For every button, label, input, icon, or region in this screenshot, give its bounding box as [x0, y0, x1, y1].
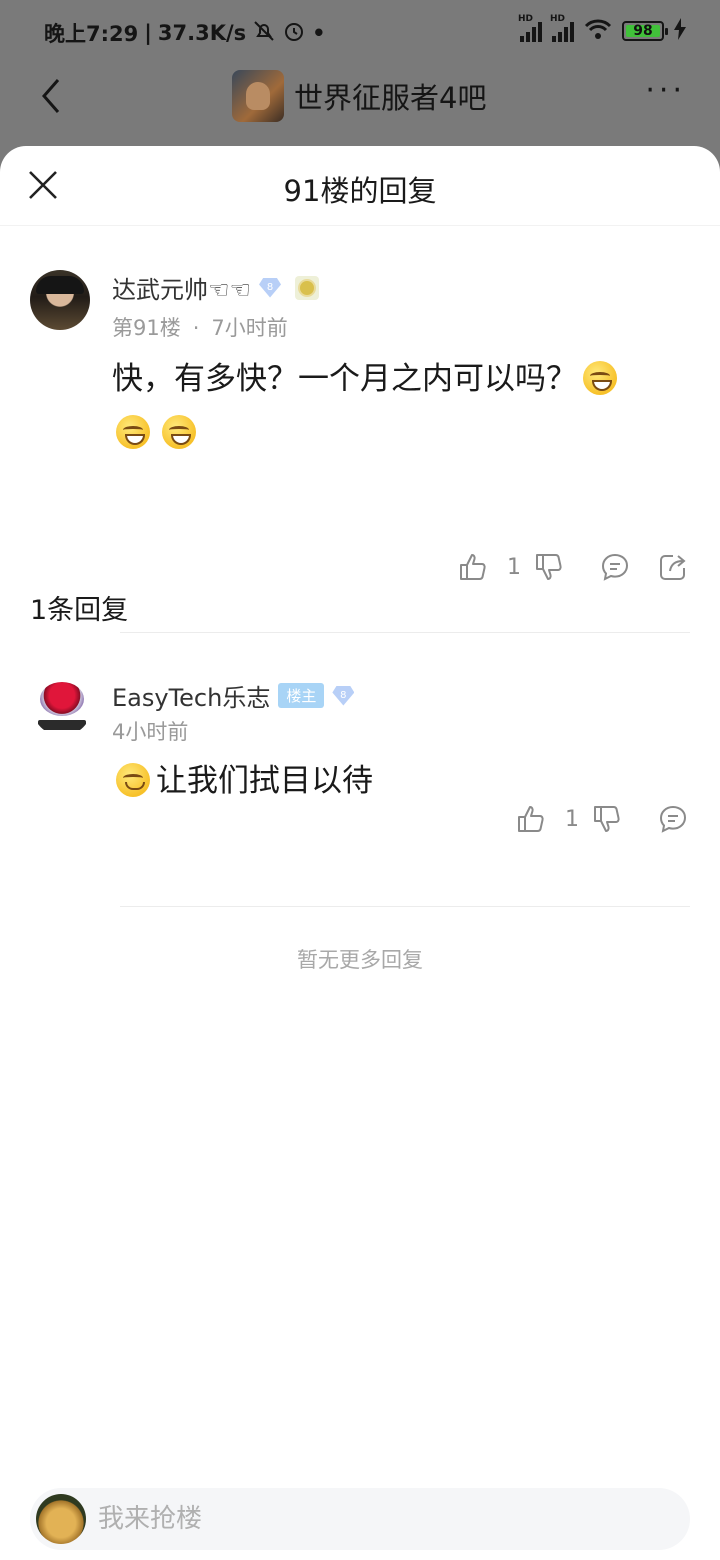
sheet-title: 91楼的回复: [283, 174, 437, 208]
battery-level: 98: [633, 23, 653, 39]
grin-emoji-icon: [162, 415, 196, 449]
signal-icon: HD: [518, 14, 542, 42]
comment-button[interactable]: [600, 552, 630, 582]
more-dots-icon: ···: [645, 73, 686, 108]
medal-icon: [295, 275, 320, 300]
grin-emoji-icon: [116, 415, 150, 449]
avatar: [36, 1494, 86, 1544]
battery-icon: 98: [622, 21, 668, 41]
grin-emoji-icon: [583, 361, 617, 395]
reply-content: 让我们拭目以待: [112, 754, 680, 808]
reply-divider: [120, 906, 690, 907]
level-number: 8: [266, 282, 274, 293]
avatar[interactable]: [32, 676, 92, 736]
forum-header: 世界征服者4吧 ···: [0, 64, 720, 126]
share-icon: [660, 555, 686, 580]
like-button[interactable]: [516, 804, 546, 834]
mute-bell-icon: [252, 19, 276, 48]
dislike-button[interactable]: [534, 552, 564, 582]
reply-input-bar: [30, 1488, 690, 1550]
comment-button[interactable]: [658, 804, 688, 834]
no-more-replies: 暂无更多回复: [297, 948, 423, 972]
thumbs-up-icon: [460, 554, 486, 580]
thumbs-down-icon: [594, 806, 620, 832]
comment-icon: [601, 553, 629, 581]
post-content: 快，有多快？一个月之内可以吗？: [112, 352, 680, 460]
forum-title: 世界征服者4吧: [294, 81, 487, 115]
easytech-logo-icon: [40, 682, 84, 716]
status-bar: 晚上7:29 | 37.3K/s • HD HD 98: [0, 0, 720, 64]
like-count: 1: [565, 806, 579, 832]
reply-user-row: EasyTech乐志 楼主 8: [112, 678, 354, 713]
post-divider: [120, 632, 690, 633]
meta-separator: ·: [192, 316, 200, 340]
reply-sheet: 91楼的回复 达武元帅☜☜ 8 第91楼 · 7小时前 快，有多快？一个月之内可以吗…: [0, 146, 720, 1560]
forum-avatar: [232, 70, 284, 122]
notification-dot: •: [312, 21, 326, 45]
like-button[interactable]: [458, 552, 488, 582]
thumbs-down-icon: [536, 554, 562, 580]
level-diamond-icon: 8: [259, 278, 281, 298]
like-count: 1: [507, 554, 521, 580]
post-user-row: 达武元帅☜☜ 8: [112, 270, 320, 305]
status-separator: |: [144, 21, 152, 45]
list-item: EasyTech乐志 楼主 8 4小时前 让我们拭目以待 1: [0, 666, 720, 908]
reply-actions: 1: [516, 804, 688, 834]
avatar[interactable]: [30, 270, 90, 330]
status-right: HD HD 98: [518, 14, 686, 44]
status-time: 晚上7:29: [44, 22, 139, 46]
username[interactable]: EasyTech乐志: [112, 678, 270, 713]
share-button[interactable]: [658, 552, 688, 582]
forum-title-group[interactable]: 世界征服者4吧: [232, 70, 486, 122]
floor-number: 第91楼: [112, 316, 181, 340]
dislike-button[interactable]: [592, 804, 622, 834]
reply-text: 让我们拭目以待: [156, 763, 373, 799]
post-text: 快，有多快？一个月之内可以吗？: [112, 361, 577, 397]
post-time: 7小时前: [211, 316, 288, 340]
status-left: 晚上7:29 | 37.3K/s •: [44, 18, 326, 48]
more-button[interactable]: ···: [645, 76, 686, 106]
charging-icon: [674, 18, 686, 44]
reply-input[interactable]: [98, 1488, 678, 1550]
username[interactable]: 达武元帅☜☜: [112, 270, 251, 305]
main-post: 达武元帅☜☜ 8 第91楼 · 7小时前 快，有多快？一个月之内可以吗？ 1: [0, 226, 720, 633]
comment-icon: [659, 805, 687, 833]
wifi-icon: [584, 18, 612, 44]
owner-badge: 楼主: [278, 683, 325, 708]
level-number: 8: [340, 690, 347, 701]
reply-time: 4小时前: [112, 720, 189, 744]
post-actions: 1: [458, 552, 688, 582]
network-speed: 37.3K/s: [157, 21, 247, 45]
reply-count: 1条回复: [30, 595, 129, 626]
chevron-left-icon: [42, 79, 60, 113]
alarm-icon: [282, 19, 306, 48]
level-diamond-icon: 8: [332, 686, 354, 706]
back-button[interactable]: [38, 76, 68, 116]
sheet-header: 91楼的回复: [0, 146, 720, 226]
thumbs-up-icon: [518, 806, 544, 832]
post-meta: 第91楼 · 7小时前: [112, 312, 288, 342]
smile-emoji-icon: [116, 763, 150, 797]
signal-icon-2: HD: [550, 14, 574, 42]
